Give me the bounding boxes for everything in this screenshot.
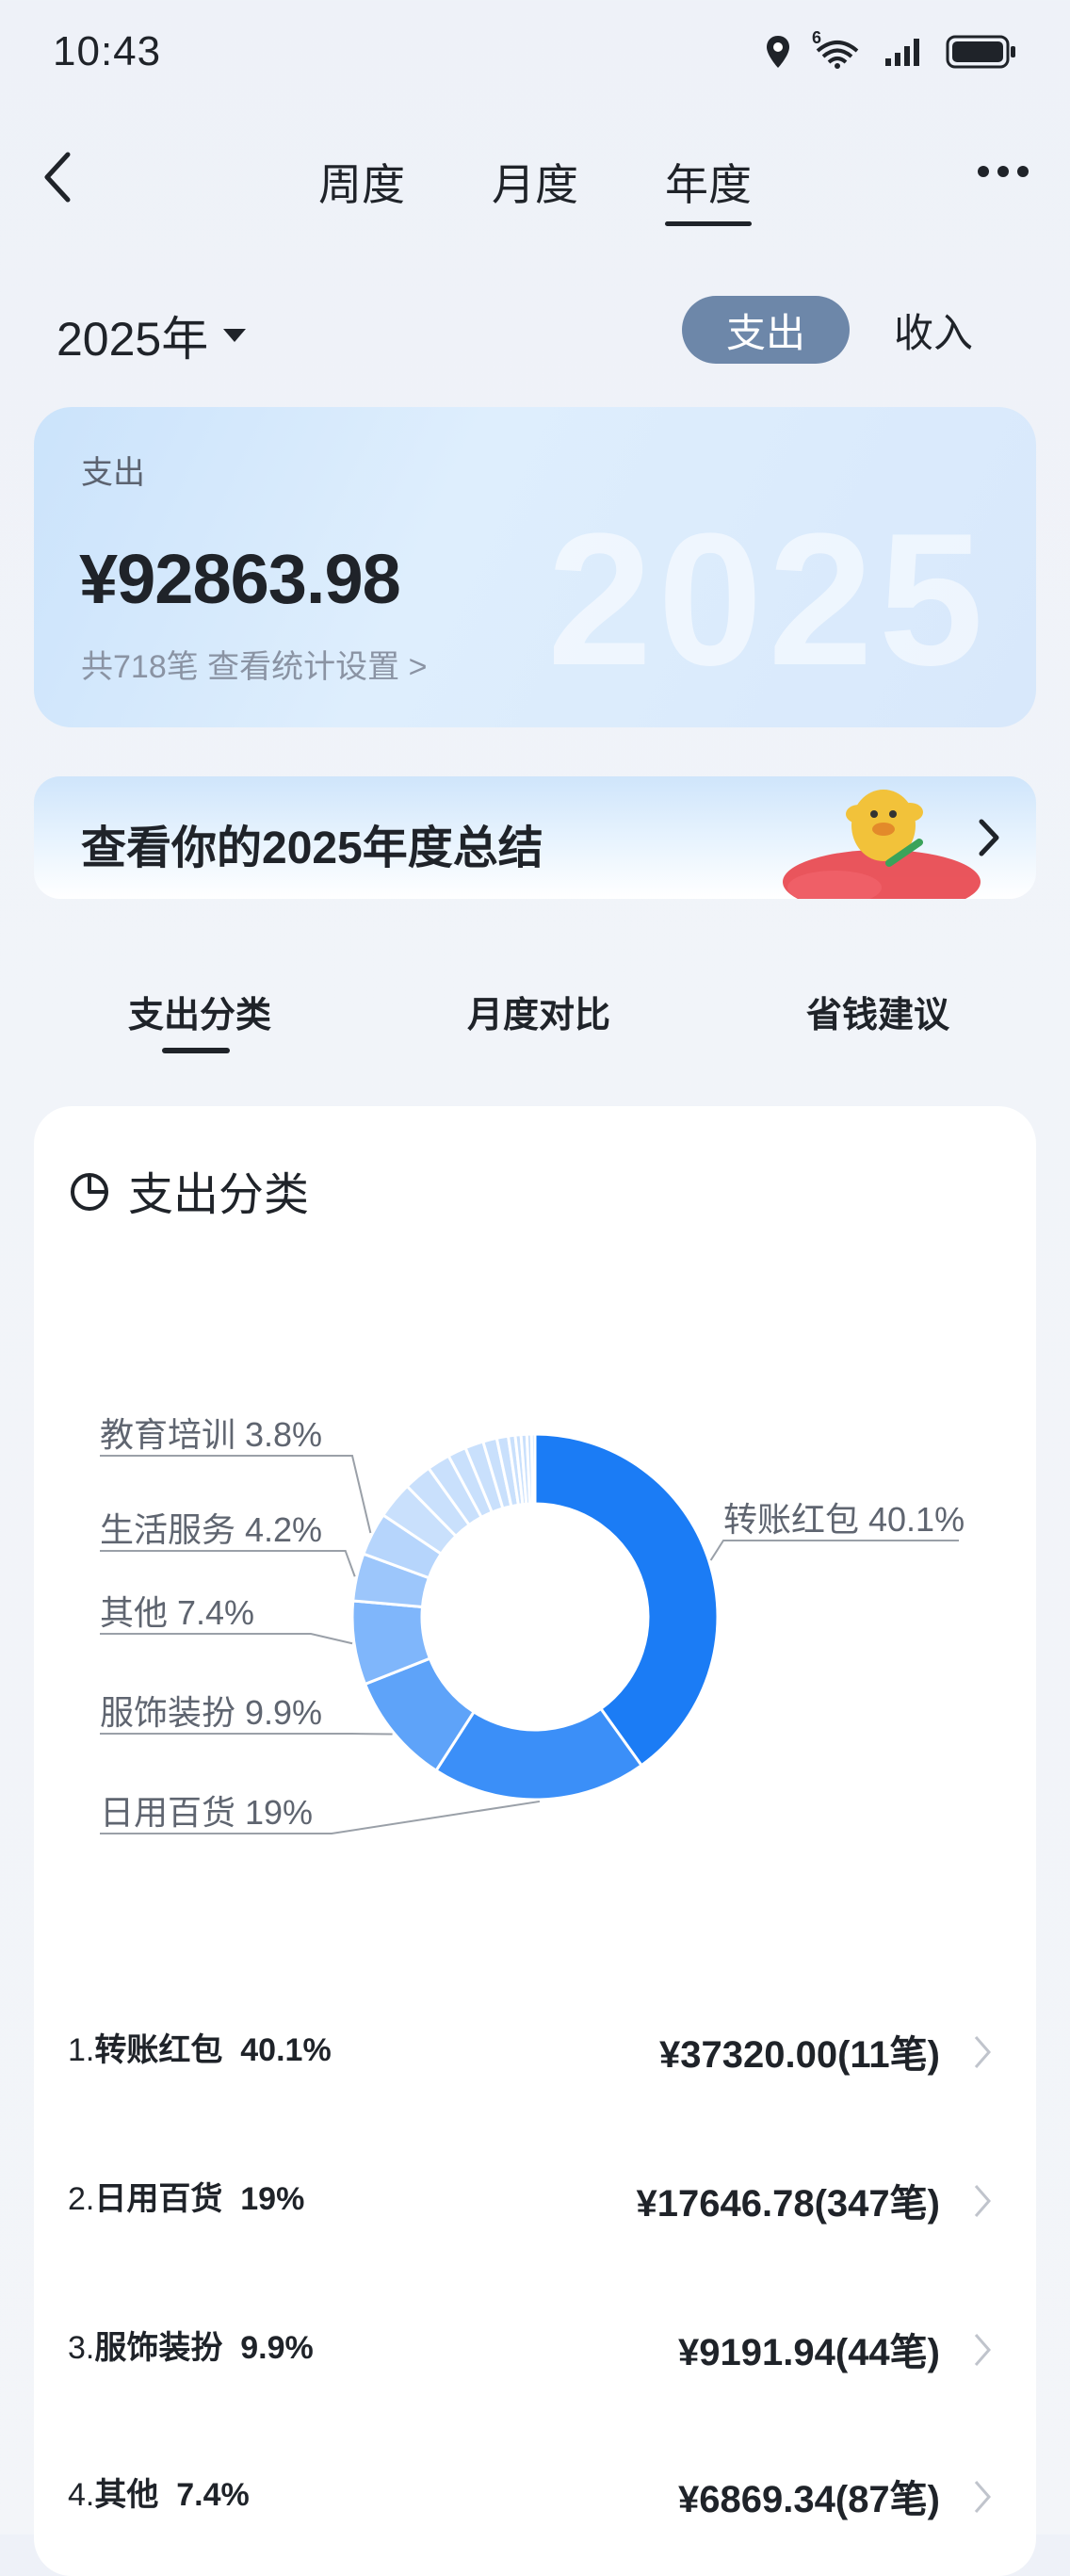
summary-card: 2025 支出 ¥92863.98 共718笔 查看统计设置 > — [34, 407, 1036, 727]
chevron-right-icon — [970, 2033, 995, 2071]
active-tab-indicator — [162, 1048, 230, 1053]
list-item-label: 转账红包 — [94, 2032, 222, 2068]
tab-year[interactable]: 年度 — [665, 151, 752, 226]
tab-month[interactable]: 月度 — [492, 151, 578, 226]
list-item-percent: 40.1% — [240, 2032, 331, 2068]
period-tabs: 周度 月度 年度 — [0, 151, 1070, 226]
status-time: 10:43 — [53, 28, 161, 75]
wifi-icon: 6 — [812, 34, 863, 70]
more-icon[interactable] — [978, 166, 1029, 177]
status-icons: 6 — [765, 34, 1017, 70]
chevron-right-icon — [970, 814, 1008, 861]
list-item-name: 2.日用百货 19% — [68, 2173, 304, 2219]
donut-label-5: 教育培训 3.8% — [100, 1415, 322, 1454]
list-item-index: 1. — [68, 2032, 94, 2068]
annual-summary-banner[interactable]: 查看你的2025年度总结 — [34, 776, 1036, 899]
expense-toggle[interactable]: 支出 — [682, 296, 850, 364]
donut-label-0: 转账红包 40.1% — [723, 1500, 965, 1539]
category-card-title: 支出分类 — [68, 1157, 309, 1223]
banner-text: 查看你的2025年度总结 — [81, 810, 543, 876]
income-toggle[interactable]: 收入 — [850, 296, 1017, 364]
list-item[interactable]: 4.其他 7.4% ¥6869.34(87笔) — [68, 2469, 1000, 2525]
list-item[interactable]: 2.日用百货 19% ¥17646.78(347笔) — [68, 2173, 1000, 2229]
tab-saving-tips[interactable]: 省钱建议 — [806, 986, 949, 1037]
category-donut-chart: 转账红包 40.1% 日用百货 19% 服饰装扮 9.9% 其他 7.4% 生活服务 4… — [0, 1366, 1070, 1856]
tab-week[interactable]: 周度 — [318, 151, 405, 226]
category-title-text: 支出分类 — [128, 1157, 309, 1223]
list-item-name: 3.服饰装扮 9.9% — [68, 2322, 314, 2368]
list-item-value: ¥17646.78(347笔) — [637, 2173, 940, 2227]
list-item[interactable]: 3.服饰装扮 9.9% ¥9191.94(44笔) — [68, 2322, 1000, 2378]
list-item-label: 其他 — [94, 2477, 158, 2513]
list-item-value: ¥37320.00(11笔) — [659, 2024, 940, 2079]
list-item-index: 2. — [68, 2181, 94, 2217]
list-item-name: 1.转账红包 40.1% — [68, 2024, 332, 2070]
donut-label-2: 服饰装扮 9.9% — [100, 1693, 322, 1732]
signal-icon — [884, 36, 925, 68]
mascot-illustration — [778, 776, 985, 899]
battery-icon — [946, 34, 1017, 70]
list-item-percent: 7.4% — [176, 2477, 250, 2513]
list-item-percent: 19% — [240, 2181, 304, 2217]
year-label: 2025年 — [57, 302, 208, 369]
list-item-name: 4.其他 7.4% — [68, 2469, 250, 2515]
list-item-index: 4. — [68, 2477, 94, 2513]
tab-monthly-compare[interactable]: 月度对比 — [467, 986, 610, 1037]
donut-label-4: 生活服务 4.2% — [100, 1510, 322, 1549]
tab-expense-category[interactable]: 支出分类 — [128, 986, 271, 1037]
donut-leader-line-0 — [711, 1541, 959, 1560]
summary-amount: ¥92863.98 — [79, 539, 400, 619]
donut-leader-line-4 — [100, 1551, 355, 1576]
donut-label-1: 日用百货 19% — [100, 1793, 313, 1832]
network-badge: 6 — [812, 28, 821, 48]
donut-slice-minor-11 — [531, 1434, 535, 1504]
list-item-value: ¥9191.94(44笔) — [678, 2322, 940, 2376]
chevron-right-icon — [970, 2478, 995, 2516]
year-selector[interactable]: 2025年 — [57, 302, 246, 369]
location-icon — [765, 34, 791, 70]
dropdown-triangle-icon — [223, 329, 246, 342]
summary-label: 支出 — [81, 447, 145, 493]
donut-leader-line-3 — [100, 1634, 352, 1643]
list-item[interactable]: 1.转账红包 40.1% ¥37320.00(11笔) — [68, 2024, 1000, 2080]
pie-chart-icon — [68, 1168, 111, 1212]
summary-settings-link[interactable]: 共718笔 查看统计设置 > — [81, 641, 427, 687]
donut-slice-0 — [535, 1434, 718, 1766]
list-item-value: ¥6869.34(87笔) — [678, 2469, 940, 2523]
list-item-index: 3. — [68, 2330, 94, 2366]
chevron-right-icon — [970, 2182, 995, 2220]
year-watermark: 2025 — [547, 492, 989, 709]
list-item-label: 服饰装扮 — [94, 2330, 222, 2366]
type-toggle: 支出 收入 — [682, 296, 1017, 364]
list-item-label: 日用百货 — [94, 2181, 222, 2217]
donut-label-3: 其他 7.4% — [100, 1593, 254, 1632]
chevron-right-icon — [970, 2331, 995, 2369]
list-item-percent: 9.9% — [240, 2330, 314, 2366]
